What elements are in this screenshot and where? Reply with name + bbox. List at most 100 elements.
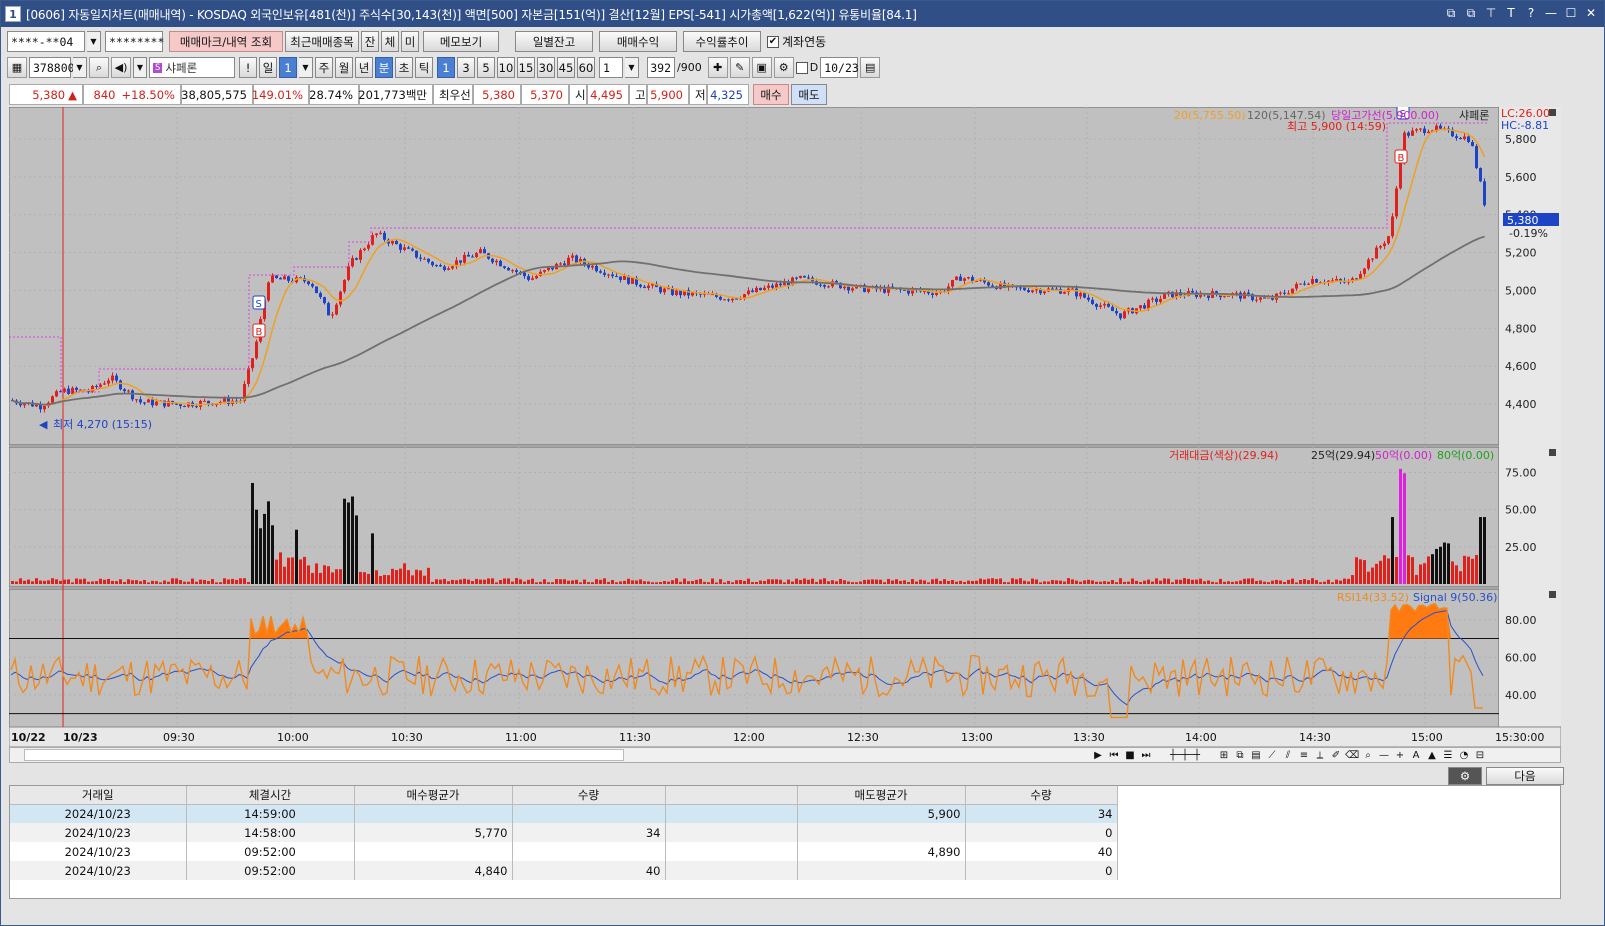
scrollbar-thumb[interactable] — [24, 749, 624, 761]
pie-icon[interactable]: ◔ — [1457, 748, 1471, 762]
header-trade-date[interactable]: 거래일 — [10, 786, 187, 805]
stock-name-field[interactable]: S 샤페론 — [149, 57, 235, 78]
period-second-button[interactable]: 초 — [395, 57, 413, 78]
magnify-icon[interactable]: ⌕ — [1361, 748, 1375, 762]
pin-icon[interactable]: ⊤ — [1484, 5, 1498, 21]
gear-icon[interactable]: ⚙ — [773, 57, 794, 78]
chevron-down-icon[interactable]: ▼ — [87, 31, 101, 52]
help-icon[interactable]: ? — [1524, 5, 1538, 21]
arrow-up-icon[interactable]: ▲ — [1425, 748, 1439, 762]
calendar-icon[interactable]: ▤ — [860, 57, 881, 78]
chart-area[interactable]: 5,8005,6005,4005,2005,0004,8004,6004,400… — [8, 105, 1562, 748]
volume-bar — [319, 572, 322, 584]
header-exec-time[interactable]: 체결시간 — [186, 786, 355, 805]
save-icon[interactable]: ▣ — [751, 57, 772, 78]
period-tick-button[interactable]: 틱 — [415, 57, 433, 78]
minimize-icon[interactable]: — — [1544, 5, 1558, 21]
header-buy-avg[interactable]: 매수평균가 — [354, 786, 513, 805]
window-icon[interactable]: ⧉ — [1233, 748, 1247, 762]
memo-button[interactable]: 메모보기 — [423, 31, 499, 52]
header-buy-qty[interactable]: 수량 — [512, 786, 666, 805]
channel-icon[interactable]: ⫽ — [1281, 748, 1295, 762]
scroll-last-icon[interactable]: ⏭ — [1139, 748, 1153, 762]
period-week-button[interactable]: 주 — [315, 57, 333, 78]
minus-icon[interactable]: — — [1377, 748, 1391, 762]
layout-icon[interactable]: ▦ — [7, 57, 27, 78]
copy-window-icon[interactable]: ⧉ — [1464, 5, 1478, 21]
candle-body — [931, 293, 934, 295]
period-minute-button[interactable]: 분 — [375, 57, 393, 78]
zoom-slider[interactable]: ┼─┼─┼ — [1155, 748, 1215, 762]
draw-tool-icon[interactable]: ✎ — [729, 57, 750, 78]
interval-30-button[interactable]: 30 — [537, 57, 555, 78]
bar-count-input[interactable]: 392 — [647, 57, 675, 78]
recent-trades-button[interactable]: 최근매매종목 — [285, 31, 359, 52]
period-month-button[interactable]: 월 — [335, 57, 353, 78]
interval-15-button[interactable]: 15 — [517, 57, 535, 78]
unit-input[interactable]: 1 — [599, 57, 623, 78]
account-input[interactable]: ****-**04 — [7, 31, 85, 52]
paint-icon[interactable]: ✐ — [1329, 748, 1343, 762]
executed-button[interactable]: 체 — [381, 31, 399, 52]
font-icon[interactable]: T — [1504, 5, 1518, 21]
close-icon[interactable]: ✕ — [1584, 5, 1598, 21]
table-row[interactable]: 2024/10/23 14:59:00 5,900 34 — [10, 804, 1118, 823]
interval-60-button[interactable]: 60 — [577, 57, 595, 78]
date-input[interactable]: 10/23 — [820, 57, 859, 78]
d-checkbox[interactable] — [795, 61, 808, 74]
fib-icon[interactable]: ≡ — [1297, 748, 1311, 762]
settings-gear-button[interactable]: ⚙ — [1448, 767, 1482, 785]
table-row[interactable]: 2024/10/23 14:58:00 5,770 34 0 — [10, 823, 1118, 842]
scroll-first-icon[interactable]: ⏮ — [1107, 748, 1121, 762]
sell-button[interactable]: 매도 — [791, 84, 827, 105]
daily-balance-button[interactable]: 일별잔고 — [515, 31, 593, 52]
period-value[interactable]: 1 — [279, 57, 297, 78]
interval-5-button[interactable]: 5 — [477, 57, 495, 78]
balance-button[interactable]: 잔 — [361, 31, 379, 52]
text-icon[interactable]: A — [1409, 748, 1423, 762]
tile-icon[interactable]: ▤ — [1249, 748, 1263, 762]
alert-button[interactable]: ! — [239, 57, 257, 78]
trade-mark-query-button[interactable]: 매매마크/내역 조회 — [169, 31, 283, 52]
interval-1-button[interactable]: 1 — [437, 57, 455, 78]
header-sell-qty[interactable]: 수량 — [965, 786, 1118, 805]
stop-icon[interactable]: ■ — [1123, 748, 1137, 762]
trend-icon[interactable]: ⟋ — [1265, 748, 1279, 762]
ruler-icon[interactable]: ⟂ — [1313, 748, 1327, 762]
plus-icon[interactable]: + — [1393, 748, 1407, 762]
header-sell-avg[interactable]: 매도평균가 — [797, 786, 966, 805]
maximize-icon[interactable]: ☐ — [1564, 5, 1578, 21]
eraser-icon[interactable]: ⌫ — [1345, 748, 1359, 762]
buy-button[interactable]: 매수 — [753, 84, 789, 105]
price-chart-svg[interactable]: 5,8005,6005,4005,2005,0004,8004,6004,400… — [8, 105, 1562, 748]
period-year-button[interactable]: 년 — [355, 57, 373, 78]
chevron-down-icon[interactable]: ▼ — [133, 57, 147, 78]
chevron-down-icon[interactable]: ▼ — [299, 57, 313, 78]
scroll-right-icon[interactable]: ▶ — [1091, 748, 1105, 762]
chevron-down-icon[interactable]: ▼ — [625, 57, 639, 78]
grid-icon[interactable]: ⊟ — [1473, 748, 1487, 762]
checkbox-checked-icon[interactable]: ✔ — [767, 35, 779, 48]
yield-trend-button[interactable]: 수익률추이 — [683, 31, 761, 52]
speaker-icon[interactable]: ◀) — [111, 57, 131, 78]
next-button[interactable]: 다음 — [1486, 767, 1564, 785]
volume-bar — [167, 581, 170, 584]
unfilled-button[interactable]: 미 — [401, 31, 419, 52]
table-row[interactable]: 2024/10/23 09:52:00 4,890 40 — [10, 842, 1118, 861]
list-icon[interactable]: ☰ — [1441, 748, 1455, 762]
split-icon[interactable]: ⊞ — [1217, 748, 1231, 762]
period-day-button[interactable]: 일 — [259, 57, 277, 78]
crosshair-icon[interactable]: ✚ — [707, 57, 728, 78]
account-link-checkbox[interactable]: ✔ 계좌연동 — [767, 33, 826, 50]
interval-3-button[interactable]: 3 — [457, 57, 475, 78]
password-input[interactable]: ******** — [105, 31, 164, 52]
chevron-down-icon[interactable]: ▼ — [73, 57, 87, 78]
candle-body — [75, 387, 78, 390]
link-window-icon[interactable]: ⧉ — [1444, 5, 1458, 21]
stock-code-input[interactable]: 378800 — [29, 57, 75, 78]
search-icon[interactable]: ⌕ — [89, 57, 109, 78]
trade-profit-button[interactable]: 매매수익 — [599, 31, 677, 52]
interval-45-button[interactable]: 45 — [557, 57, 575, 78]
interval-10-button[interactable]: 10 — [497, 57, 515, 78]
table-row[interactable]: 2024/10/23 09:52:00 4,840 40 0 — [10, 861, 1118, 880]
